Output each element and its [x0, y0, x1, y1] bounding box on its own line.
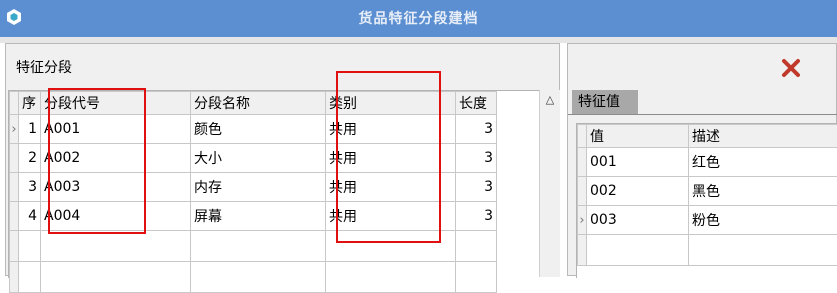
close-icon	[781, 58, 801, 78]
row-indicator	[578, 148, 587, 177]
row-indicator-header	[578, 125, 587, 148]
row-indicator	[10, 173, 19, 202]
cell-seq[interactable]: 1	[19, 115, 41, 144]
cell-category[interactable]: 共用	[326, 202, 456, 231]
cell-desc[interactable]: 黑色	[689, 177, 837, 206]
tab-feature-values[interactable]: 特征值	[572, 90, 638, 114]
row-indicator: ›	[10, 115, 19, 144]
cell-category[interactable]: 共用	[326, 115, 456, 144]
close-button[interactable]	[772, 54, 810, 82]
row-indicator	[578, 177, 587, 206]
row-indicator: ›	[578, 206, 587, 235]
empty-cell	[689, 235, 837, 266]
chevron-up-icon[interactable]: △	[540, 93, 560, 106]
cell-value[interactable]: 001	[587, 148, 689, 177]
tab-underline	[568, 114, 837, 115]
row-indicator	[10, 202, 19, 231]
column-header-name[interactable]: 分段名称	[191, 92, 326, 115]
segment-grid-header: 序 分段代号 分段名称 类别 长度	[10, 92, 497, 115]
column-header-seq[interactable]: 序	[19, 92, 41, 115]
table-row[interactable]: 001 红色	[578, 148, 837, 177]
feature-value-grid[interactable]: 值 描述 001 红色 002 黑色 › 003 粉色	[576, 123, 837, 278]
empty-cell	[19, 262, 41, 293]
empty-cell	[456, 231, 497, 262]
empty-cell	[19, 231, 41, 262]
segment-panel-title: 特征分段	[16, 57, 72, 77]
table-row[interactable]: › 003 粉色	[578, 206, 837, 235]
empty-cell	[456, 262, 497, 293]
row-indicator	[10, 144, 19, 173]
table-row[interactable]: 3 A003 内存 共用 3	[10, 173, 497, 202]
row-indicator	[10, 262, 19, 293]
cell-code[interactable]: A002	[41, 144, 191, 173]
cell-length[interactable]: 3	[456, 202, 497, 231]
row-indicator-header	[10, 92, 19, 115]
column-header-desc[interactable]: 描述	[689, 125, 837, 148]
cell-value[interactable]: 003	[587, 206, 689, 235]
table-row[interactable]: 4 A004 屏幕 共用 3	[10, 202, 497, 231]
empty-cell	[191, 231, 326, 262]
column-header-value[interactable]: 值	[587, 125, 689, 148]
cell-seq[interactable]: 2	[19, 144, 41, 173]
feature-grid-header: 值 描述	[578, 125, 837, 148]
segment-grid[interactable]: 序 分段代号 分段名称 类别 长度 › 1 A001 颜色 共用 3	[8, 90, 540, 278]
cell-seq[interactable]: 4	[19, 202, 41, 231]
empty-cell	[41, 231, 191, 262]
cell-desc[interactable]: 红色	[689, 148, 837, 177]
table-row[interactable]: 002 黑色	[578, 177, 837, 206]
cell-name[interactable]: 屏幕	[191, 202, 326, 231]
column-header-code[interactable]: 分段代号	[41, 92, 191, 115]
cell-code[interactable]: A003	[41, 173, 191, 202]
table-row[interactable]: 2 A002 大小 共用 3	[10, 144, 497, 173]
window-title: 货品特征分段建档	[0, 8, 837, 28]
empty-cell	[326, 231, 456, 262]
empty-cell	[587, 235, 689, 266]
table-row-empty	[578, 235, 837, 266]
cell-length[interactable]: 3	[456, 115, 497, 144]
cell-code[interactable]: A001	[41, 115, 191, 144]
title-bar: 货品特征分段建档	[0, 0, 837, 37]
cell-category[interactable]: 共用	[326, 144, 456, 173]
segment-grid-scrollbar[interactable]: △	[539, 90, 560, 277]
column-header-category[interactable]: 类别	[326, 92, 456, 115]
cell-length[interactable]: 3	[456, 173, 497, 202]
feature-value-panel: 特征值 值 描述 001 红色	[567, 43, 837, 276]
cell-desc[interactable]: 粉色	[689, 206, 837, 235]
row-indicator	[578, 235, 587, 266]
cell-category[interactable]: 共用	[326, 173, 456, 202]
cell-name[interactable]: 大小	[191, 144, 326, 173]
column-header-length[interactable]: 长度	[456, 92, 497, 115]
empty-cell	[191, 262, 326, 293]
cell-name[interactable]: 颜色	[191, 115, 326, 144]
empty-cell	[326, 262, 456, 293]
cell-name[interactable]: 内存	[191, 173, 326, 202]
cell-value[interactable]: 002	[587, 177, 689, 206]
empty-cell	[41, 262, 191, 293]
row-indicator	[10, 231, 19, 262]
table-row[interactable]: › 1 A001 颜色 共用 3	[10, 115, 497, 144]
cell-code[interactable]: A004	[41, 202, 191, 231]
cell-seq[interactable]: 3	[19, 173, 41, 202]
table-row-empty	[10, 231, 497, 262]
table-row-empty	[10, 262, 497, 293]
segment-panel: 特征分段 序 分段代号 分段名称 类别 长度 › 1 A0	[5, 43, 560, 276]
cell-length[interactable]: 3	[456, 144, 497, 173]
